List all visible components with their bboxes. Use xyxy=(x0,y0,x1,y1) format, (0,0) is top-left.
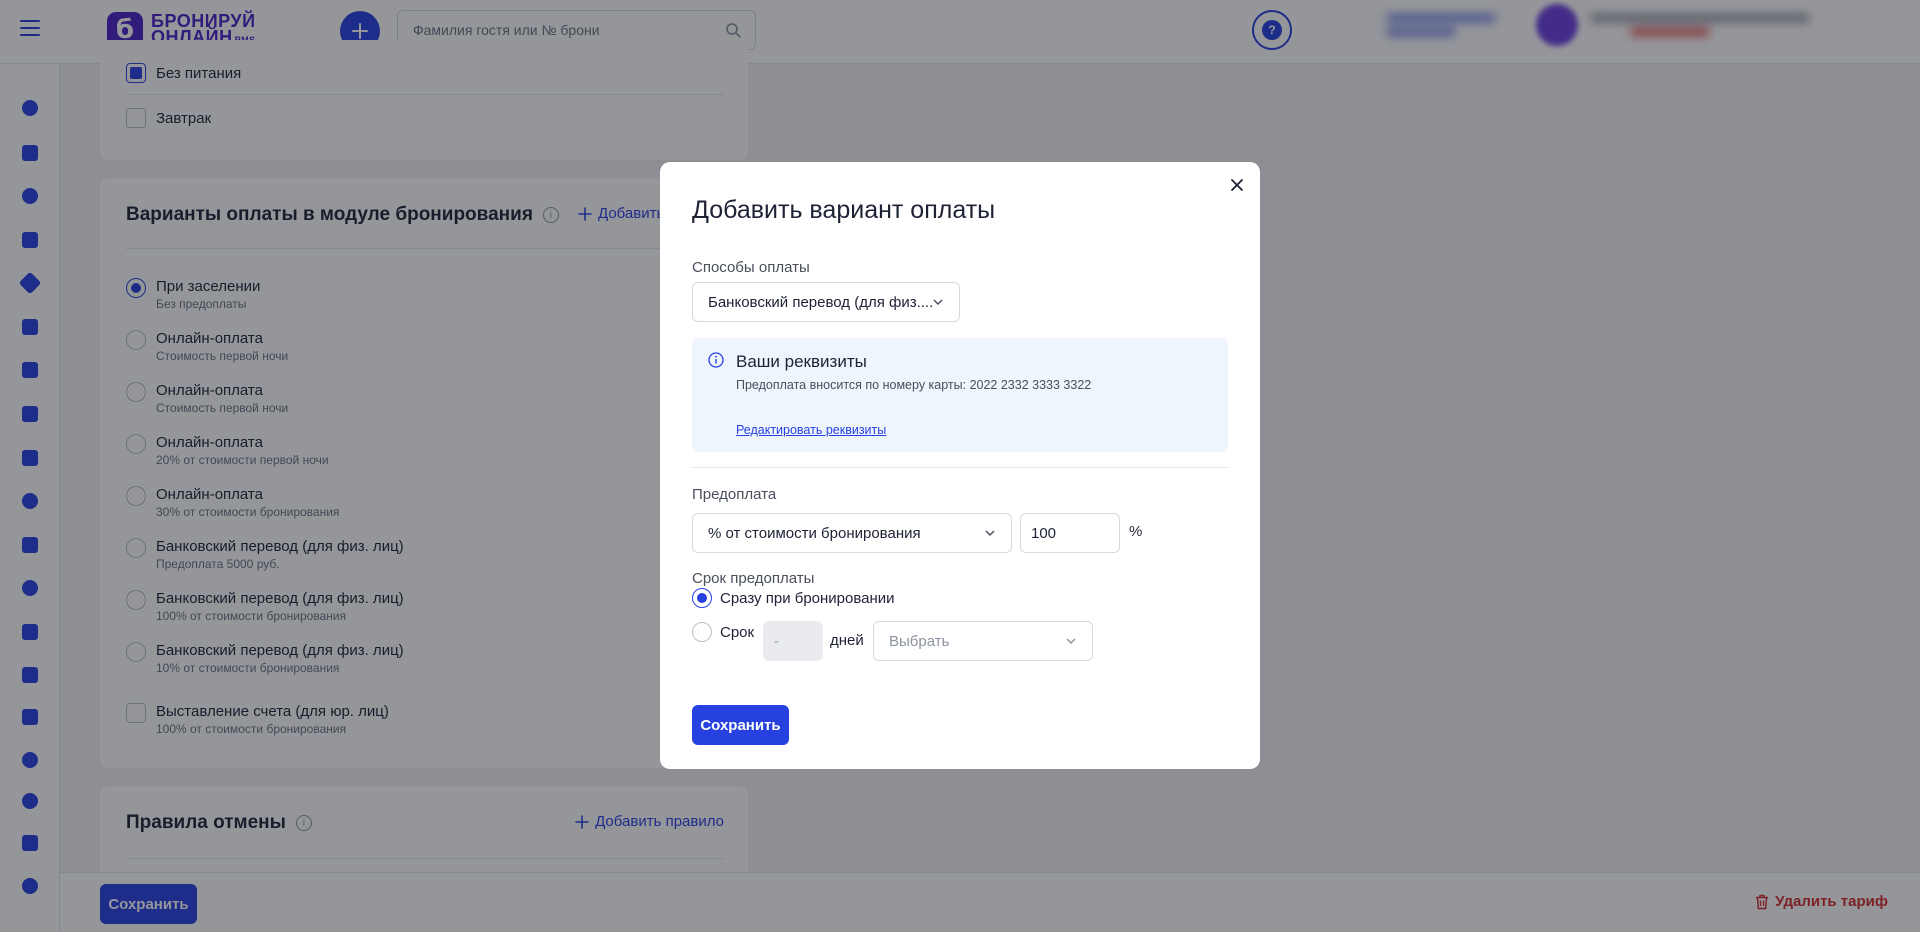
deadline-period-select[interactable]: Выбрать xyxy=(873,621,1093,661)
requisites-description: Предоплата вносится по номеру карты: 202… xyxy=(736,378,1092,392)
deadline-immediate-label: Сразу при бронировании xyxy=(720,589,895,607)
deadline-days-unit: дней xyxy=(830,632,864,649)
deadline-term-radio[interactable] xyxy=(692,622,712,642)
deadline-period-placeholder: Выбрать xyxy=(889,632,950,650)
prepayment-amount-input[interactable]: 100 xyxy=(1020,513,1120,553)
payment-method-select[interactable]: Банковский перевод (для физ.... xyxy=(692,282,960,322)
modal-title: Добавить вариант оплаты xyxy=(692,196,996,224)
edit-requisites-link[interactable]: Редактировать реквизиты xyxy=(736,423,886,437)
deadline-label: Срок предоплаты xyxy=(692,570,815,587)
deadline-term-label: Срок xyxy=(720,623,755,641)
chevron-down-icon xyxy=(985,530,995,537)
info-icon xyxy=(708,352,724,368)
deadline-immediate-option[interactable]: Сразу при бронировании xyxy=(692,588,895,608)
requisites-title: Ваши реквизиты xyxy=(736,352,867,371)
modal-save-button[interactable]: Сохранить xyxy=(692,705,789,745)
deadline-immediate-radio[interactable] xyxy=(692,588,712,608)
prepayment-label: Предоплата xyxy=(692,486,777,503)
divider xyxy=(692,467,1228,468)
prepayment-type-select[interactable]: % от стоимости бронирования xyxy=(692,513,1012,553)
chevron-down-icon xyxy=(933,299,943,306)
prepayment-type-value: % от стоимости бронирования xyxy=(708,524,921,542)
close-icon[interactable] xyxy=(1230,178,1244,192)
chevron-down-icon xyxy=(1066,638,1076,645)
prepayment-unit: % xyxy=(1129,523,1143,540)
requisites-info-box: Ваши реквизиты Предоплата вносится по но… xyxy=(692,338,1228,452)
add-payment-option-modal: Добавить вариант оплаты Способы оплаты Б… xyxy=(660,162,1260,769)
payment-methods-label: Способы оплаты xyxy=(692,259,810,276)
deadline-term-option[interactable]: Срок xyxy=(692,622,754,642)
payment-method-value: Банковский перевод (для физ.... xyxy=(708,293,934,311)
deadline-days-input[interactable]: - xyxy=(763,621,823,661)
